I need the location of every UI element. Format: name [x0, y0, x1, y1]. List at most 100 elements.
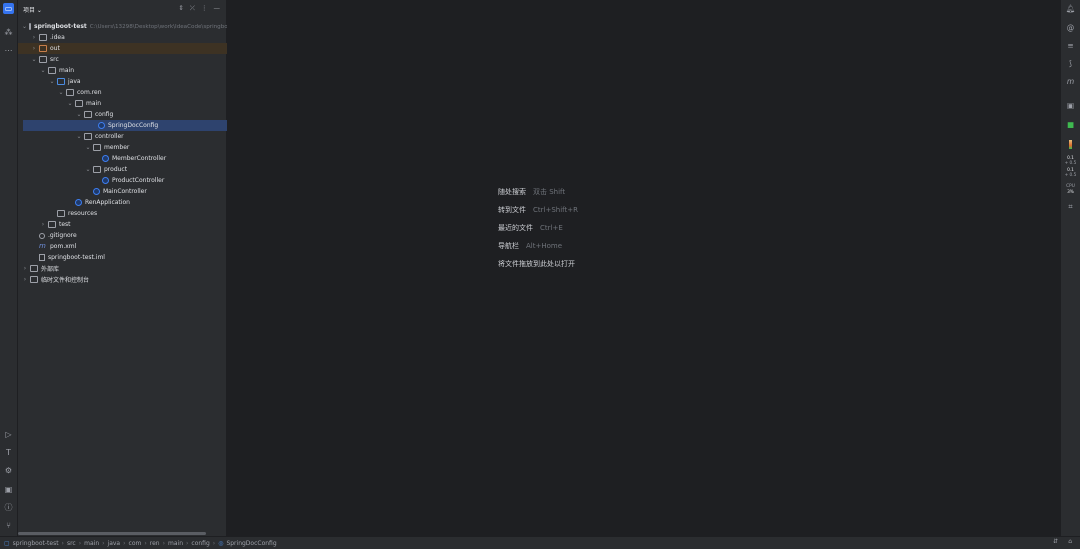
breadcrumb-item[interactable]: ren	[150, 540, 160, 547]
breadcrumb-item[interactable]: java	[108, 540, 121, 547]
structure-icon[interactable]: ⁂	[3, 27, 14, 38]
breadcrumb: ▢ springboot-test › src › main › java › com ›…	[4, 540, 277, 547]
services-icon[interactable]: ⚙	[3, 465, 14, 476]
breadcrumb-item[interactable]: SpringDocConfig	[226, 540, 276, 547]
tree-item-test[interactable]: › test	[18, 219, 248, 230]
tree-item-main[interactable]: ⌄ main	[18, 65, 248, 76]
breadcrumb-item[interactable]: com	[129, 540, 142, 547]
lock-icon[interactable]: ⌂	[1068, 538, 1072, 545]
chevron-right-icon: ›	[186, 539, 189, 547]
horizontal-scrollbar[interactable]	[18, 532, 206, 535]
class-icon: ◎	[218, 539, 224, 547]
hint-drop-files: 将文件拖放到此处以打开	[498, 259, 575, 269]
class-icon	[98, 122, 105, 129]
breadcrumb-item[interactable]: main	[168, 540, 183, 547]
hide-panel-icon[interactable]: —	[214, 4, 221, 13]
hint-action: 随处搜索	[498, 188, 526, 196]
tree-item-java[interactable]: ⌄ java	[18, 76, 257, 87]
tree-item-pom[interactable]: m pom.xml	[18, 241, 239, 252]
options-icon[interactable]: ⋮	[201, 4, 208, 13]
hint-shortcut: Alt+Home	[526, 242, 563, 250]
tree-item-idea[interactable]: › .idea	[18, 32, 239, 43]
tree-root-label: springboot-test	[34, 23, 87, 30]
chevron-right-icon: ›	[123, 539, 126, 547]
editor-area[interactable]: 随处搜索 双击 Shift 转到文件 Ctrl+Shift+R 最近的文件 Ctrl+…	[227, 0, 1060, 537]
tree-item-label: springboot-test.iml	[48, 254, 105, 261]
hint-shortcut: 双击 Shift	[533, 188, 566, 196]
tree-item-iml[interactable]: springboot-test.iml	[18, 252, 239, 263]
class-icon	[102, 177, 109, 184]
tree-item-label: out	[50, 45, 60, 52]
bookmarks-icon[interactable]: ▣	[1064, 100, 1077, 112]
tree-item-label: RenApplication	[85, 199, 130, 206]
tree-item-label: 外部库	[41, 266, 60, 273]
chevron-right-icon[interactable]: ›	[31, 34, 37, 41]
project-panel-header: 项目 ⌄ ⇕ ⤫ ⋮ —	[18, 4, 226, 15]
build-icon[interactable]: T	[3, 447, 14, 458]
tree-item-label: config	[95, 111, 114, 118]
tree-item-label: main	[59, 67, 74, 74]
tree-item-src[interactable]: ⌄ src	[18, 54, 239, 65]
crop-icon[interactable]: ⌗	[1064, 201, 1077, 213]
tree-item-label: ProductController	[112, 177, 165, 184]
maven-icon[interactable]: m	[1064, 76, 1077, 88]
terminal-icon[interactable]: ▣	[3, 484, 14, 495]
chevron-down-icon[interactable]: ⌄	[31, 56, 37, 63]
project-panel: 项目 ⌄ ⇕ ⤫ ⋮ — ⌄ springboot-test C:\Users\…	[18, 0, 287, 537]
project-folder-icon[interactable]: ▭	[3, 3, 14, 14]
tree-item-gitignore[interactable]: .gitignore	[18, 230, 239, 241]
chevron-down-icon[interactable]: ⌄	[76, 133, 82, 140]
folder-icon	[48, 67, 56, 74]
hint-action: 导航栏	[498, 242, 519, 250]
chevron-down-icon[interactable]: ⌄	[76, 111, 82, 118]
chevron-down-icon[interactable]: ⌄	[85, 166, 91, 173]
breadcrumb-item[interactable]: src	[67, 540, 76, 547]
chevron-down-icon[interactable]: ⌄	[67, 100, 73, 107]
project-panel-title[interactable]: 项目 ⌄	[23, 5, 42, 14]
hint-action: 转到文件	[498, 206, 526, 214]
git-icon[interactable]: ⑂	[3, 520, 14, 531]
chevron-down-icon[interactable]: ⌄	[58, 89, 64, 96]
database-icon[interactable]: ≡	[1064, 40, 1077, 52]
chevron-right-icon[interactable]: ›	[22, 265, 28, 272]
expand-collapse-icon[interactable]: ⇕	[178, 4, 183, 13]
tree-item-label: java	[68, 78, 81, 85]
chevron-right-icon: ›	[162, 539, 165, 547]
chevron-right-icon[interactable]: ›	[22, 276, 28, 283]
excluded-folder-icon	[39, 45, 47, 52]
breadcrumb-item[interactable]: main	[84, 540, 99, 547]
hint-shortcut: Ctrl+Shift+R	[533, 206, 578, 214]
tree-item-scratches[interactable]: › 临时文件和控制台	[18, 274, 230, 285]
breadcrumb-item[interactable]: springboot-test	[13, 540, 59, 547]
collapse-all-icon[interactable]: ⤫	[190, 4, 195, 13]
breadcrumb-item[interactable]: config	[191, 540, 209, 547]
tree-item-resources[interactable]: resources	[18, 208, 257, 219]
package-icon	[66, 89, 74, 96]
chevron-right-icon[interactable]: ›	[31, 45, 37, 52]
indent-settings-icon[interactable]: ⇵	[1053, 538, 1058, 545]
chevron-down-icon[interactable]: ⌄	[85, 144, 91, 151]
run-icon[interactable]: ▷	[3, 429, 14, 440]
chevron-down-icon[interactable]: ⌄	[22, 23, 27, 30]
chevron-right-icon: ›	[61, 539, 64, 547]
tree-item-label: MainController	[103, 188, 147, 195]
tree-item-external-libraries[interactable]: › 外部库	[18, 263, 230, 274]
resources-folder-icon	[57, 210, 65, 217]
problems-icon[interactable]: ⓘ	[3, 502, 14, 513]
tree-root[interactable]: ⌄ springboot-test C:\Users\13298\Desktop…	[18, 21, 231, 32]
tree-item-out[interactable]: › out	[18, 43, 239, 54]
hint-goto-file: 转到文件 Ctrl+Shift+R	[498, 205, 578, 215]
chevron-down-icon[interactable]: ⌄	[49, 78, 55, 85]
plugin-status-icon[interactable]: ■	[1064, 119, 1077, 131]
chevron-right-icon[interactable]: ›	[40, 221, 46, 228]
notifications-icon[interactable]: 🔔︎	[1064, 3, 1077, 15]
package-icon	[93, 166, 101, 173]
package-icon	[84, 111, 92, 118]
scratches-icon	[30, 276, 38, 283]
cpu-label: CPU	[1066, 184, 1075, 189]
more-tools-icon[interactable]: ⋯	[3, 45, 14, 56]
gradle-icon[interactable]: ⟆	[1064, 58, 1077, 70]
hint-search-everywhere: 随处搜索 双击 Shift	[498, 187, 565, 197]
ai-assistant-icon[interactable]: @	[1064, 22, 1077, 34]
chevron-down-icon[interactable]: ⌄	[40, 67, 46, 74]
